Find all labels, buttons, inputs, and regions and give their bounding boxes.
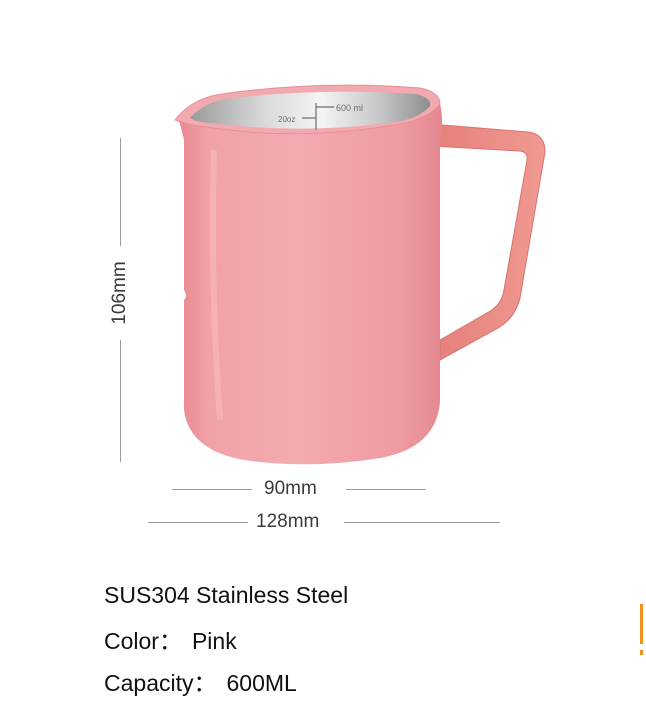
ml-mark: 600 ml xyxy=(336,103,363,113)
oz-mark: 20oz xyxy=(278,115,295,124)
body-width-line-right xyxy=(346,489,426,490)
color-spec: Color： Pink xyxy=(104,622,237,656)
height-dimension-line-top xyxy=(120,138,121,246)
capacity-spec: Capacity： 600ML xyxy=(104,664,297,698)
material-spec: SUS304 Stainless Steel xyxy=(104,582,349,608)
height-dimension-line-bottom xyxy=(120,340,121,462)
overall-width-line-right xyxy=(344,522,500,523)
accent-dot xyxy=(640,650,643,655)
height-dimension-label: 106mm xyxy=(109,261,130,325)
overall-width-line-left xyxy=(148,522,248,523)
pitcher-handle xyxy=(429,123,546,361)
overall-width-label: 128mm xyxy=(256,511,320,532)
capacity-value: 600ML xyxy=(226,670,297,696)
body-width-line-left xyxy=(172,489,252,490)
accent-bar xyxy=(640,604,643,644)
color-value: Pink xyxy=(191,628,237,654)
capacity-label: Capacity： xyxy=(104,670,217,696)
product-image-stage: 20oz 600 ml 106mm 90mm 128mm SUS304 Stai… xyxy=(0,0,646,726)
body-width-label: 90mm xyxy=(264,478,317,499)
milk-pitcher-illustration: 20oz 600 ml xyxy=(174,84,546,465)
color-label: Color： xyxy=(104,628,182,654)
